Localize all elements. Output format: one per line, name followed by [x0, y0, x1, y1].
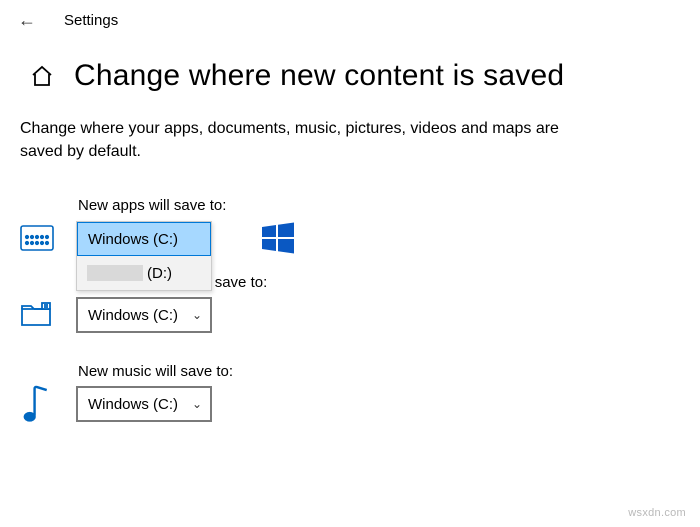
dropdown-option-c[interactable]: Windows (C:): [77, 222, 211, 256]
dropdown-option-d[interactable]: (D:): [77, 256, 211, 290]
select-value: Windows (C:): [88, 396, 178, 413]
page-title: Change where new content is saved: [74, 59, 564, 93]
setting-label-apps: New apps will save to:: [78, 197, 700, 214]
dropdown-option-suffix: (D:): [147, 265, 172, 282]
redacted-drive-name: [87, 265, 143, 281]
page-heading-row: Change where new content is saved: [0, 39, 700, 117]
watermark: wsxdn.com: [628, 507, 686, 519]
chevron-down-icon: ⌄: [192, 308, 202, 322]
music-select[interactable]: Windows (C:) ⌄: [76, 386, 212, 422]
select-value: Windows (C:): [88, 307, 178, 324]
page-description: Change where your apps, documents, music…: [0, 117, 620, 163]
setting-label-music: New music will save to:: [78, 363, 700, 380]
setting-music: New music will save to: Windows (C:) ⌄: [0, 363, 700, 422]
app-title: Settings: [64, 12, 118, 29]
title-bar: ← Settings: [0, 0, 700, 39]
back-button[interactable]: ←: [18, 10, 36, 31]
home-icon[interactable]: [30, 64, 54, 88]
setting-apps: New apps will save to:: [0, 197, 700, 256]
apps-icon: [20, 224, 54, 252]
chevron-down-icon: ⌄: [192, 397, 202, 411]
documents-icon: [20, 301, 54, 329]
dropdown-option-label: Windows (C:): [88, 231, 178, 248]
documents-select[interactable]: Windows (C:) ⌄: [76, 297, 212, 333]
windows-logo-icon: [260, 220, 296, 256]
music-icon: [20, 390, 54, 418]
apps-dropdown[interactable]: Windows (C:) (D:): [76, 221, 212, 291]
